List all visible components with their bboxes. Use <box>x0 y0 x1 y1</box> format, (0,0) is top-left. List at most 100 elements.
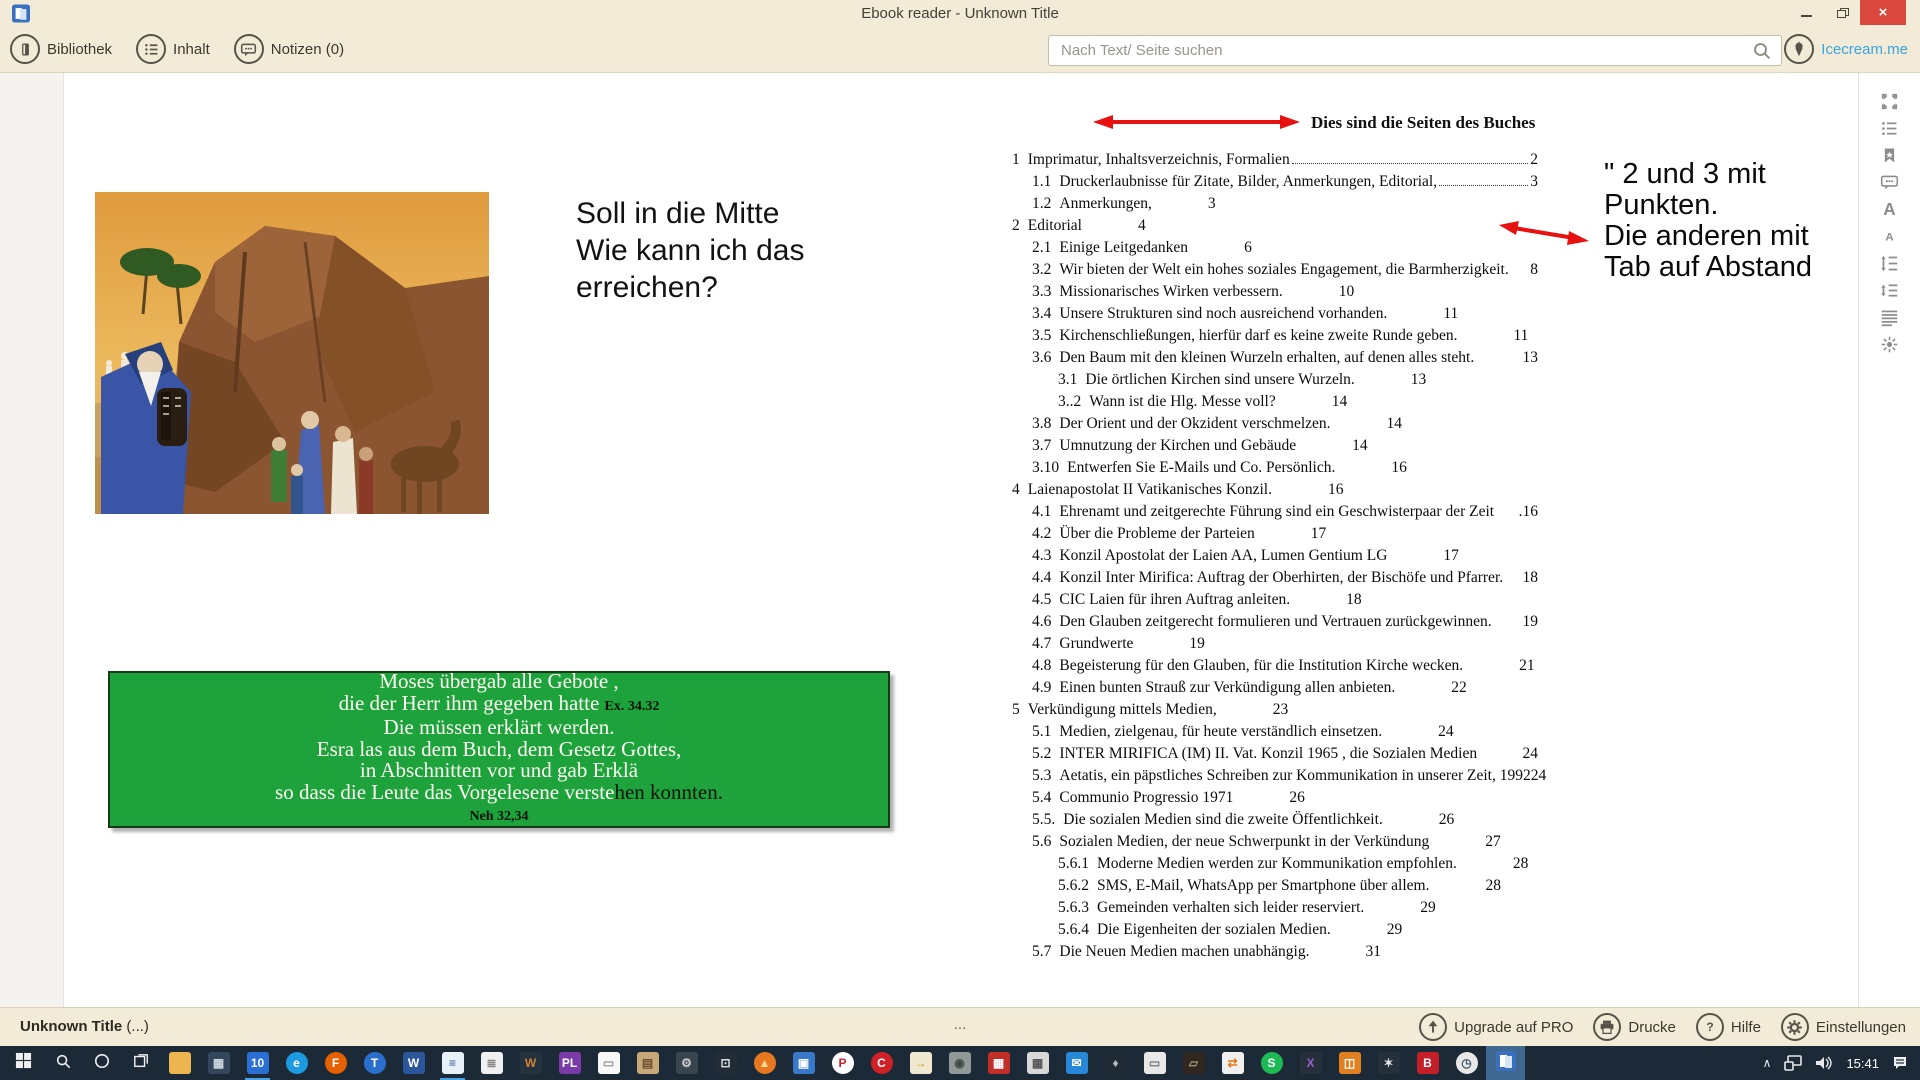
thunderbird-icon[interactable]: T <box>355 1046 394 1080</box>
document-icon[interactable]: ▭ <box>589 1046 628 1080</box>
photos-icon[interactable]: ▣ <box>784 1046 823 1080</box>
notepad-icon-glyph: ≣ <box>481 1052 503 1074</box>
green-box-text: Neh 32,34 <box>469 809 528 824</box>
toc-entry-number: 4.1 <box>1032 503 1051 521</box>
w-strokes-icon[interactable]: W <box>511 1046 550 1080</box>
font-decrease-icon[interactable]: A <box>1877 224 1903 248</box>
task-view-icon[interactable] <box>121 1046 160 1080</box>
word-icon[interactable]: W <box>394 1046 433 1080</box>
toc-entry-title: Laienapostolat II Vatikanisches Konzil. <box>1028 481 1272 499</box>
network-icon[interactable] <box>1784 1055 1802 1071</box>
wallet-icon[interactable]: ▱ <box>1174 1046 1213 1080</box>
w-strokes-icon-glyph: W <box>520 1052 542 1074</box>
clock-icon[interactable]: ◷ <box>1447 1046 1486 1080</box>
green-box-text: die der Herr ihm gegeben hatte <box>339 691 605 715</box>
edge-icon[interactable]: e <box>277 1046 316 1080</box>
toolbar-button-bibliothek[interactable]: Bibliothek <box>10 34 112 64</box>
start-icon[interactable] <box>4 1046 43 1080</box>
bookmark-icon[interactable] <box>1877 143 1903 167</box>
toc-entry-number: 5.7 <box>1032 943 1051 961</box>
red-grid-icon[interactable]: ▦ <box>979 1046 1018 1080</box>
status-button-einstellungen[interactable]: Einstellungen <box>1781 1013 1906 1041</box>
backup-app-icon[interactable]: 10 <box>238 1046 277 1080</box>
toc-entry-number: 3.7 <box>1032 437 1051 455</box>
calculator-icon[interactable]: ▦ <box>1018 1046 1057 1080</box>
camera-icon[interactable]: ◉ <box>940 1046 979 1080</box>
exchange-icon[interactable]: ⇄ <box>1213 1046 1252 1080</box>
toolbar: Bibliothek Inhalt Notizen (0) Icecream.me <box>0 27 1920 73</box>
scanner-icon[interactable]: ▭ <box>1135 1046 1174 1080</box>
cortana-icon[interactable] <box>82 1046 121 1080</box>
toc-entry-number: 5.6.4 <box>1058 921 1089 939</box>
terminal-icon[interactable]: ⊡ <box>706 1046 745 1080</box>
toc-entry-page: .16 <box>1519 503 1538 521</box>
close-button[interactable]: × <box>1860 0 1906 25</box>
firefox-icon[interactable]: F <box>316 1046 355 1080</box>
ebook-reader-icon[interactable] <box>1486 1046 1525 1080</box>
c-browser-icon[interactable]: C <box>862 1046 901 1080</box>
photos-icon-glyph: ▣ <box>793 1052 815 1074</box>
clipboard-icon[interactable]: ▤ <box>628 1046 667 1080</box>
toc-entry-page: 23 <box>1273 701 1289 719</box>
volume-icon[interactable] <box>1815 1055 1833 1071</box>
toc-entry-title: Gemeinden verhalten sich leider reservie… <box>1097 899 1364 917</box>
calculator-icon-glyph: ▦ <box>1027 1052 1049 1074</box>
minimize-button[interactable] <box>1788 0 1824 25</box>
search-input[interactable] <box>1048 35 1782 66</box>
search-icon[interactable] <box>1752 41 1772 61</box>
notifications-icon[interactable] <box>1892 1055 1908 1071</box>
status-button-drucke[interactable]: Drucke <box>1593 1013 1676 1041</box>
search-icon[interactable] <box>43 1046 82 1080</box>
clock-time[interactable]: 15:41 <box>1846 1056 1879 1071</box>
tray-expand-icon[interactable]: ∧ <box>1763 1056 1772 1070</box>
brightness-icon[interactable] <box>1877 332 1903 356</box>
bitdefender-icon-glyph: B <box>1417 1052 1439 1074</box>
toc-entry-page: 26 <box>1289 789 1305 807</box>
linespacing-decrease-icon[interactable] <box>1877 278 1903 302</box>
font-increase-icon[interactable]: A <box>1877 197 1903 221</box>
ebook-reader-icon-glyph <box>1496 1051 1516 1076</box>
toc-entry-number: 4.8 <box>1032 657 1051 675</box>
toc-icon[interactable] <box>1877 116 1903 140</box>
mail-icon[interactable]: ✉ <box>1057 1046 1096 1080</box>
status-button-upgrade[interactable]: Upgrade auf PRO <box>1419 1013 1573 1041</box>
linespacing-increase-icon[interactable] <box>1877 251 1903 275</box>
status-button-hilfe[interactable]: ?Hilfe <box>1696 1013 1761 1041</box>
pinterest-icon[interactable]: P <box>823 1046 862 1080</box>
bitdefender-icon[interactable]: B <box>1408 1046 1447 1080</box>
export-file-icon[interactable]: → <box>901 1046 940 1080</box>
icecream-me-link[interactable]: Icecream.me <box>1784 34 1908 64</box>
orange-box-icon[interactable]: ◫ <box>1330 1046 1369 1080</box>
magic-wand-icon[interactable]: ✶ <box>1369 1046 1408 1080</box>
visual-studio-icon[interactable]: X <box>1291 1046 1330 1080</box>
settings-gear-icon[interactable]: ⚙ <box>667 1046 706 1080</box>
svg-text:A: A <box>1885 231 1893 243</box>
toc-entry-title: SMS, E-Mail, WhatsApp per Smartphone übe… <box>1097 877 1429 895</box>
writer-doc-icon[interactable]: ≡ <box>433 1046 472 1080</box>
flame-icon[interactable]: ▲ <box>745 1046 784 1080</box>
toolbar-button-notizen[interactable]: Notizen (0) <box>234 34 344 64</box>
microphone-icon[interactable]: ♦ <box>1096 1046 1135 1080</box>
center-annotation-text: Soll in die MitteWie kann ich daserreich… <box>576 195 804 306</box>
toc-dotted-leader <box>1292 163 1529 164</box>
status-button-label: Hilfe <box>1731 1019 1761 1036</box>
restore-button[interactable] <box>1824 0 1860 25</box>
thunderbird-icon-glyph: T <box>364 1052 386 1074</box>
note-icon[interactable] <box>1877 170 1903 194</box>
file-explorer-icon[interactable] <box>160 1046 199 1080</box>
writer-doc-icon-glyph: ≡ <box>442 1052 464 1074</box>
toc-entry-number: 3.5 <box>1032 327 1051 345</box>
notepad-icon[interactable]: ≣ <box>472 1046 511 1080</box>
c-browser-icon-glyph: C <box>871 1052 893 1074</box>
store-icon[interactable]: ▦ <box>199 1046 238 1080</box>
toc-entry-page: 28 <box>1485 877 1501 895</box>
pl-app-icon[interactable]: PL <box>550 1046 589 1080</box>
toolbar-button-inhalt[interactable]: Inhalt <box>136 34 210 64</box>
toc-row: 1Imprimatur, Inhaltsverzeichnis, Formali… <box>1012 151 1538 173</box>
fullscreen-icon[interactable] <box>1877 89 1903 113</box>
single-page-icon[interactable] <box>1877 305 1903 329</box>
edge-icon-glyph: e <box>286 1052 308 1074</box>
toc-entry-number: 5.3 <box>1032 767 1051 785</box>
spotify-icon[interactable]: S <box>1252 1046 1291 1080</box>
toc-entry-title: Sozialen Medien, der neue Schwerpunkt in… <box>1059 833 1429 851</box>
